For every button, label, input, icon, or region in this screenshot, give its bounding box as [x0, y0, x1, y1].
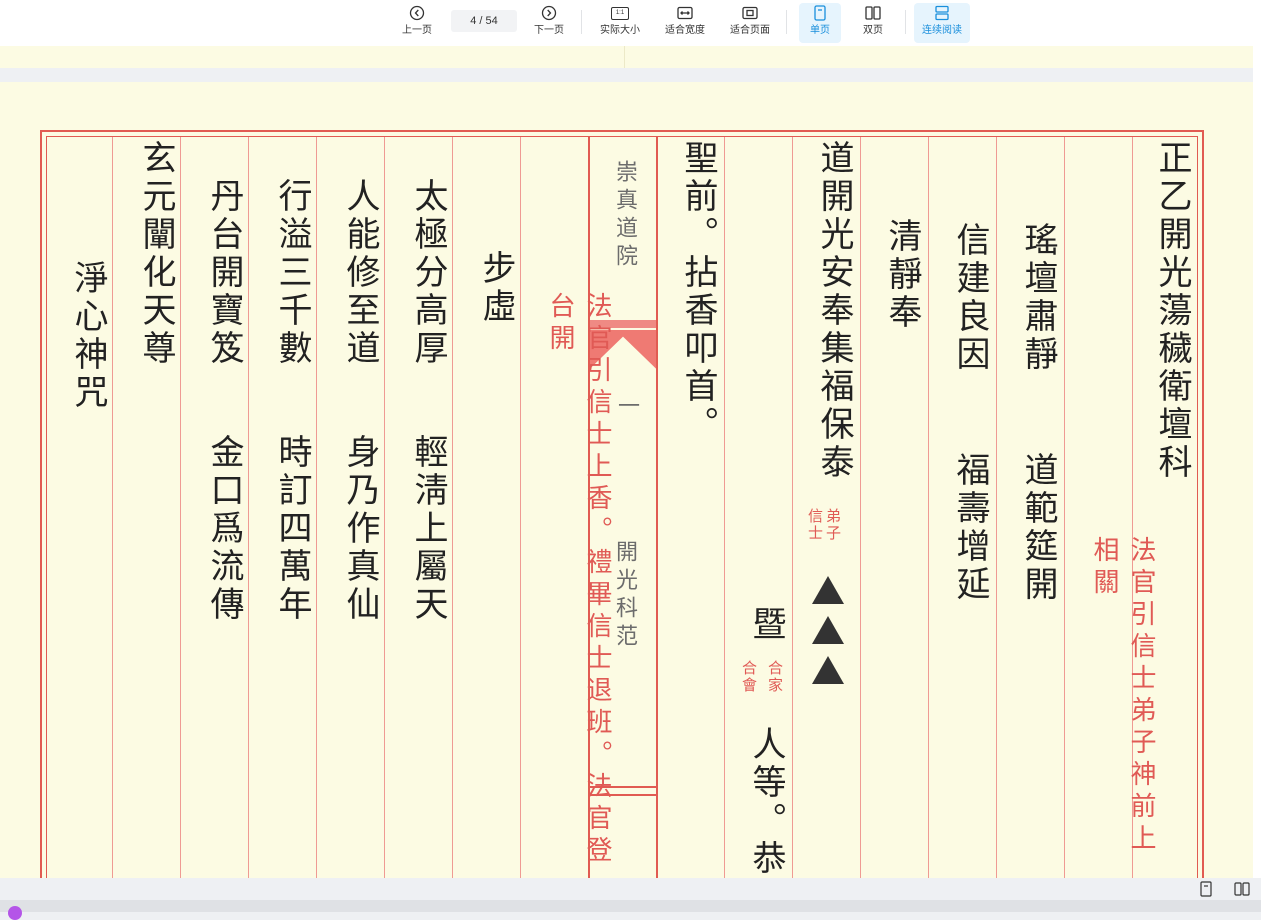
- next-page-button[interactable]: 下一页: [528, 3, 570, 43]
- verse-line: 金口爲流傳: [204, 434, 244, 624]
- verse-line: 輕淸上屬天: [408, 434, 448, 624]
- fit-page-icon: [724, 3, 776, 25]
- text-column: 聖前。拈香叩首。: [678, 140, 718, 444]
- page-indicator[interactable]: 4 / 54: [451, 10, 517, 32]
- continuous-scroll-icon: [914, 3, 970, 25]
- toolbar-divider: [905, 10, 906, 34]
- prev-page-button[interactable]: 上一页: [396, 3, 438, 43]
- red-instruction-column: 法官引信士弟子神前上相關: [1089, 536, 1156, 856]
- actual-size-icon: 1:1: [594, 3, 646, 25]
- section-heading: 淨心神咒: [68, 260, 108, 412]
- double-page-view-icon[interactable]: [1234, 881, 1250, 901]
- annotation-note: 弟子: [824, 508, 842, 542]
- placeholder-triangle: [812, 576, 844, 604]
- double-page-button[interactable]: 双页: [852, 3, 894, 43]
- annotation-note: 合家: [766, 660, 784, 694]
- single-page-button[interactable]: 单页: [799, 3, 841, 43]
- viewer-toolbar: 上一页 4 / 54 下一页 1:1 实际大小 适合宽度 适合页面 单页 双页 …: [0, 0, 1261, 46]
- text-column: 人等。恭: [746, 726, 786, 878]
- annotation-note: 合會: [740, 660, 758, 694]
- placeholder-triangle: [812, 656, 844, 684]
- text-column: 清靜奉: [882, 218, 922, 332]
- red-instruction-column: 法官引信士上香。禮畢信士退班。法官登台開: [545, 292, 612, 868]
- fold-header: 崇真道院: [612, 160, 637, 272]
- chevron-right-circle-icon: [528, 3, 570, 25]
- taskbar-strip: [0, 900, 1261, 920]
- fit-width-icon: [660, 3, 710, 25]
- single-page-icon: [799, 3, 841, 25]
- text-column: 福壽增延: [950, 452, 990, 604]
- status-bar: [0, 878, 1261, 900]
- previous-page-edge: [0, 46, 1253, 68]
- title-column: 正乙開光蕩穢衛壇科: [1152, 140, 1192, 482]
- fit-width-button[interactable]: 适合宽度: [660, 3, 710, 43]
- text-column: 信建良因: [950, 222, 990, 374]
- text-column: 暨: [746, 606, 786, 644]
- text-column: 瑤壇肅靜: [1018, 222, 1058, 374]
- double-page-icon: [852, 3, 894, 25]
- text-column: 道範筵開: [1018, 452, 1058, 604]
- chevron-left-circle-icon: [396, 3, 438, 25]
- verse-line: 玄元闡化天尊: [136, 140, 176, 368]
- annotation-note: 信士: [806, 508, 824, 542]
- verse-line: 身乃作真仙: [340, 434, 380, 624]
- vertical-scrollbar[interactable]: [1253, 46, 1261, 878]
- verse-line: 太極分高厚: [408, 178, 448, 368]
- fit-page-button[interactable]: 适合页面: [724, 3, 776, 43]
- actual-size-button[interactable]: 1:1 实际大小: [594, 3, 646, 43]
- continuous-scroll-button[interactable]: 连续阅读: [914, 3, 970, 43]
- text-column: 道開光安奉集福保泰: [814, 140, 854, 482]
- document-page: 正乙開光蕩穢衛壇科 法官引信士弟子神前上相關 瑤壇肅靜 道範筵開 信建良因 福壽…: [0, 82, 1253, 882]
- placeholder-triangle: [812, 616, 844, 644]
- toolbar-divider: [786, 10, 787, 34]
- verse-line: 時訂四萬年: [272, 434, 312, 624]
- verse-line: 人能修至道: [340, 178, 380, 368]
- verse-line: 行溢三千數: [272, 178, 312, 368]
- verse-line: 丹台開寶笈: [204, 178, 244, 368]
- app-logo-icon[interactable]: [8, 906, 22, 920]
- single-page-view-icon[interactable]: [1199, 881, 1213, 901]
- section-heading: 步虛: [476, 250, 516, 326]
- toolbar-divider: [581, 10, 582, 34]
